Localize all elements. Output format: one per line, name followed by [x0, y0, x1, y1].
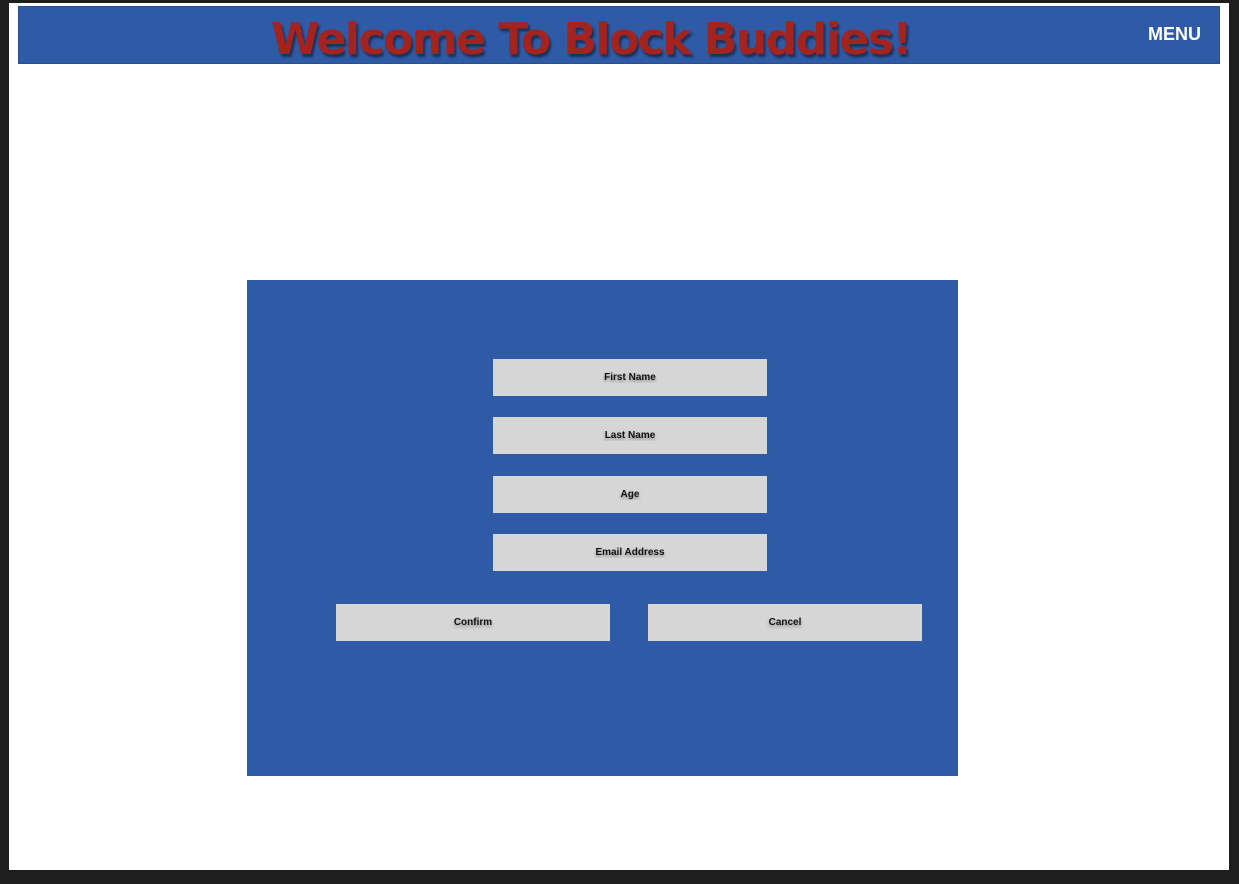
first-name-input[interactable]	[493, 359, 767, 396]
menu-button[interactable]: MENU	[1148, 23, 1201, 45]
signup-form-panel: Confirm Cancel	[247, 280, 958, 776]
confirm-button[interactable]: Confirm	[336, 604, 610, 641]
age-input[interactable]	[493, 476, 767, 513]
last-name-input[interactable]	[493, 417, 767, 454]
page-canvas: Welcome To Block Buddies! MENU Confirm C…	[9, 3, 1229, 870]
email-address-input[interactable]	[493, 534, 767, 571]
cancel-button[interactable]: Cancel	[648, 604, 922, 641]
site-header: Welcome To Block Buddies! MENU	[18, 6, 1220, 65]
site-title: Welcome To Block Buddies!	[271, 14, 912, 65]
